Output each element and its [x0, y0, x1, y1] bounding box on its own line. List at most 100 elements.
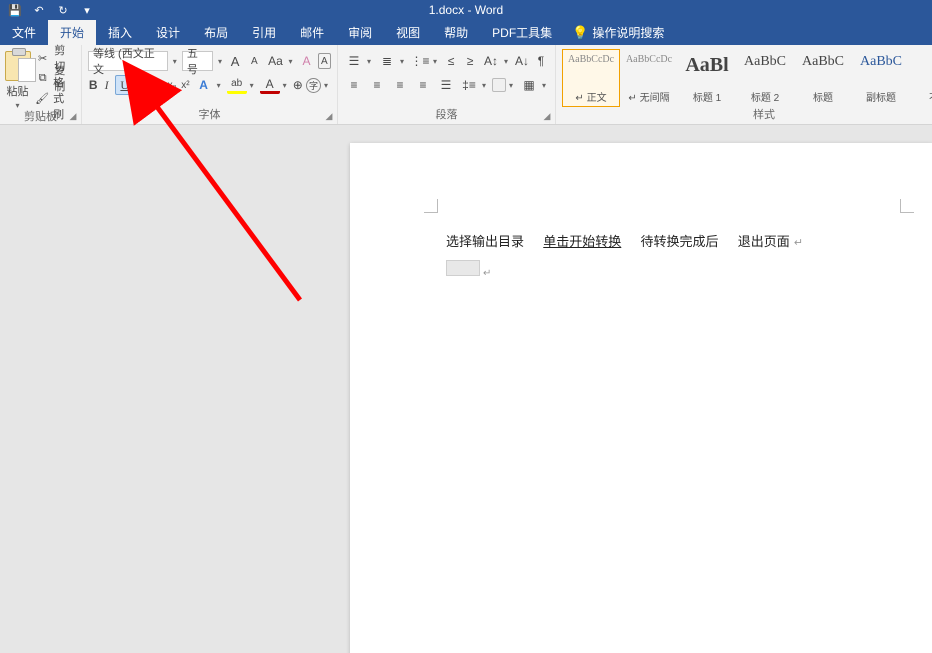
crop-mark-icon	[900, 199, 914, 213]
page[interactable]: 选择输出目录 单击开始转换 待转换完成后 退出页面↵	[350, 143, 932, 653]
group-clipboard: 粘贴 ▾ ✂ 剪切 ⧉ 复制 🖌 格式刷 剪贴板 ◢	[0, 45, 82, 124]
subscript-button[interactable]: x₂	[167, 75, 177, 95]
align-left-button[interactable]: ≡	[344, 75, 364, 95]
change-case-dropdown-icon[interactable]: ▾	[285, 57, 295, 66]
style-item-5[interactable]: AaBbC副标题	[852, 49, 910, 107]
bold-button[interactable]: B	[88, 75, 98, 95]
style-preview: AaBbCcDc	[568, 54, 614, 65]
numbering-dropdown-icon[interactable]: ▾	[397, 57, 407, 66]
underline-button[interactable]: U	[115, 75, 135, 95]
bullets-button[interactable]: ☰	[344, 51, 364, 71]
doc-text-underlined[interactable]: 单击开始转换	[543, 234, 621, 249]
document-canvas[interactable]: 选择输出目录 单击开始转换 待转换完成后 退出页面↵	[0, 125, 932, 653]
multilevel-list-button[interactable]: ⋮≡	[410, 51, 430, 71]
align-right-button[interactable]: ≡	[390, 75, 410, 95]
format-painter-button[interactable]: 🖌 格式刷	[35, 89, 75, 107]
highlight-dropdown-icon[interactable]: ▾	[247, 81, 257, 90]
line-spacing-button[interactable]: ‡≡	[459, 75, 479, 95]
change-case-button[interactable]: Aa	[265, 51, 285, 71]
distribute-button[interactable]: ☰	[436, 75, 456, 95]
bullets-dropdown-icon[interactable]: ▾	[364, 57, 374, 66]
font-size-combo[interactable]: 五号	[182, 51, 213, 71]
style-name: ↵ 正文	[575, 89, 606, 104]
tell-me-label: 操作说明搜索	[592, 24, 664, 41]
document-body[interactable]: 选择输出目录 单击开始转换 待转换完成后 退出页面↵	[446, 231, 892, 276]
underline-dropdown-icon[interactable]: ▾	[135, 81, 145, 90]
style-item-0[interactable]: AaBbCcDc ↵ 正文	[562, 49, 620, 107]
show-marks-button[interactable]: ¶	[533, 51, 549, 71]
sort-button[interactable]: A↓	[514, 51, 530, 71]
group-styles: AaBbCcDc↵ 正文AaBbCcDc↵ 无间隔AaBl标题 1AaBbC标题…	[556, 45, 932, 124]
font-size-dropdown-icon[interactable]: ▾	[216, 57, 224, 66]
tab-references[interactable]: 引用	[240, 20, 288, 45]
font-name-combo[interactable]: 等线 (西文正文	[88, 51, 168, 71]
style-name: 标题 2	[751, 89, 779, 104]
strikethrough-button[interactable]: abc	[148, 75, 164, 95]
shading-button[interactable]	[492, 78, 506, 92]
doc-text[interactable]: 退出页面	[738, 234, 790, 249]
tab-file[interactable]: 文件	[0, 20, 48, 45]
style-item-1[interactable]: AaBbCcDc↵ 无间隔	[620, 49, 678, 107]
tab-design[interactable]: 设计	[144, 20, 192, 45]
doc-text[interactable]: 待转换完成后	[641, 234, 719, 249]
increase-indent-button[interactable]: ≥	[462, 51, 478, 71]
tab-view[interactable]: 视图	[384, 20, 432, 45]
align-center-button[interactable]: ≡	[367, 75, 387, 95]
line-spacing-dropdown-icon[interactable]: ▾	[479, 81, 489, 90]
inline-image-placeholder[interactable]	[446, 260, 480, 276]
paste-button[interactable]: 粘贴 ▾	[4, 47, 31, 110]
ribbon: 粘贴 ▾ ✂ 剪切 ⧉ 复制 🖌 格式刷 剪贴板 ◢	[0, 45, 932, 125]
shrink-font-button[interactable]: A	[246, 51, 262, 71]
text-direction-button[interactable]: A↕	[481, 51, 501, 71]
undo-icon[interactable]: ↶	[30, 1, 48, 19]
style-name: 副标题	[866, 89, 896, 104]
font-color-dropdown-icon[interactable]: ▾	[280, 81, 290, 90]
clipboard-dialog-launcher[interactable]: ◢	[67, 110, 79, 122]
borders-button[interactable]: ▦	[519, 75, 539, 95]
tab-insert[interactable]: 插入	[96, 20, 144, 45]
tab-help[interactable]: 帮助	[432, 20, 480, 45]
text-direction-dropdown-icon[interactable]: ▾	[501, 57, 511, 66]
style-name: 标题 1	[693, 89, 721, 104]
paste-dropdown-icon[interactable]: ▾	[13, 101, 23, 110]
highlight-button[interactable]: ab	[227, 77, 247, 94]
paragraph-dialog-launcher[interactable]: ◢	[541, 110, 553, 122]
style-item-3[interactable]: AaBbC 标题 2	[736, 49, 794, 107]
justify-button[interactable]: ≡	[413, 75, 433, 95]
tab-review[interactable]: 审阅	[336, 20, 384, 45]
grow-font-button[interactable]: A	[227, 51, 243, 71]
font-dialog-launcher[interactable]: ◢	[323, 110, 335, 122]
qat-more-icon[interactable]: ▾	[78, 1, 96, 19]
paste-label: 粘贴	[7, 83, 29, 99]
doc-text[interactable]: 选择输出目录	[446, 234, 524, 249]
clear-formatting-button[interactable]: A	[298, 51, 314, 71]
text-effects-dropdown-icon[interactable]: ▾	[214, 81, 224, 90]
text-effects-button[interactable]: A	[194, 75, 214, 95]
decrease-indent-button[interactable]: ≤	[443, 51, 459, 71]
save-icon[interactable]: 💾	[6, 1, 24, 19]
style-item-4[interactable]: AaBbC标题	[794, 49, 852, 107]
enclose-char-button[interactable]: 字	[306, 78, 321, 93]
multilevel-dropdown-icon[interactable]: ▾	[430, 57, 440, 66]
font-name-dropdown-icon[interactable]: ▾	[171, 57, 179, 66]
style-item-6[interactable]: Aa不明	[910, 49, 932, 107]
style-name: ↵ 无间隔	[628, 89, 669, 104]
phonetic-guide-button[interactable]: ⊕	[293, 75, 303, 95]
superscript-button[interactable]: x²	[180, 75, 190, 95]
char-border-button[interactable]: A	[318, 53, 331, 69]
enclose-dropdown-icon[interactable]: ▾	[321, 81, 331, 90]
numbering-button[interactable]: ≣	[377, 51, 397, 71]
window-title: 1.docx - Word	[0, 0, 932, 20]
italic-button[interactable]: I	[101, 75, 111, 95]
font-color-button[interactable]: A	[260, 77, 280, 94]
borders-dropdown-icon[interactable]: ▾	[539, 81, 549, 90]
shading-dropdown-icon[interactable]: ▾	[506, 81, 516, 90]
style-item-2[interactable]: AaBl标题 1	[678, 49, 736, 107]
tab-layout[interactable]: 布局	[192, 20, 240, 45]
tab-mailings[interactable]: 邮件	[288, 20, 336, 45]
tell-me-search[interactable]: 💡 操作说明搜索	[564, 20, 672, 45]
tab-pdf-tools[interactable]: PDF工具集	[480, 20, 564, 45]
style-preview: AaBbC	[744, 54, 786, 70]
doc-paragraph[interactable]: 选择输出目录 单击开始转换 待转换完成后 退出页面↵	[446, 231, 892, 254]
redo-icon[interactable]: ↻	[54, 1, 72, 19]
